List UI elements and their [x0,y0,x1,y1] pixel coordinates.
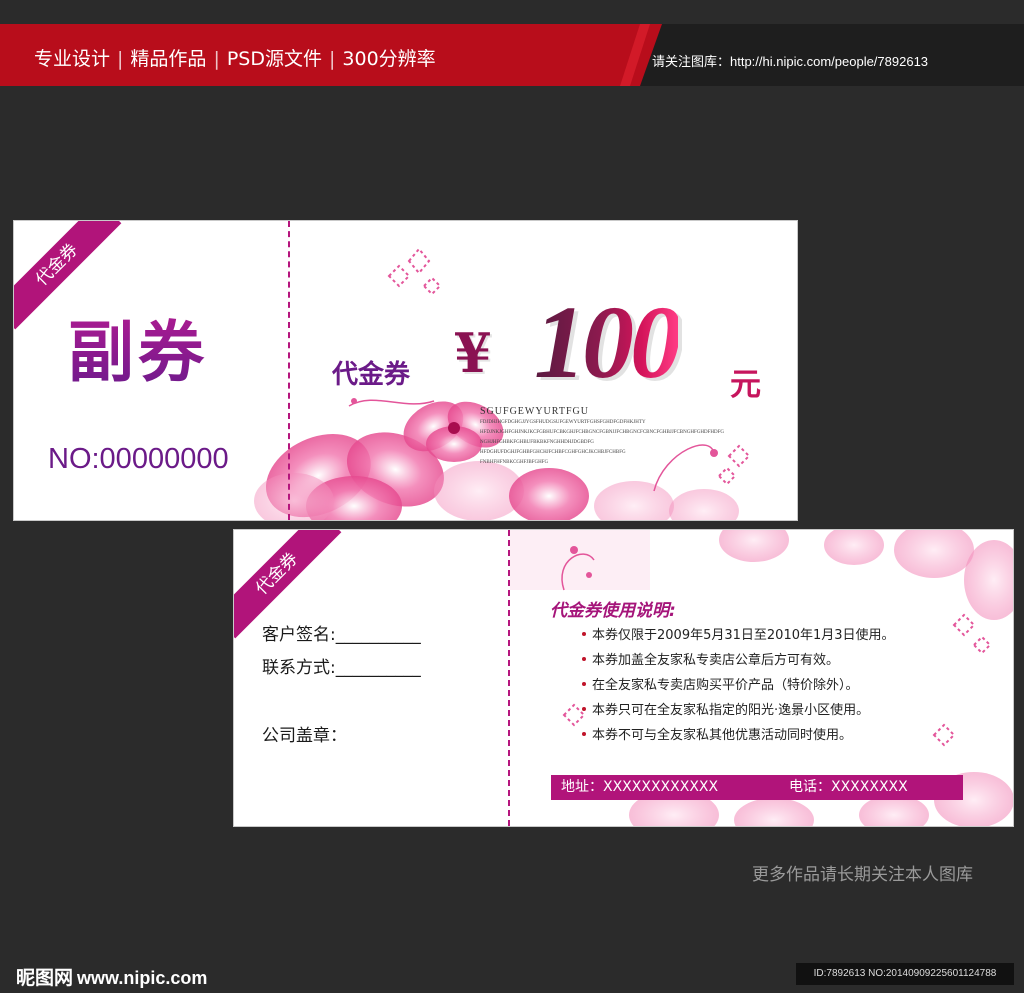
voucher-back: 代金券 客户签名:__________ 联系方式:__________ 公司盖章… [233,529,1014,827]
banner-tag: 专业设计 [34,48,111,70]
more-works-text: 更多作品请长期关注本人图库 [752,865,973,885]
voucher-label: 代金券 [332,360,411,390]
fine-print-line: NGHJHFGHBKFGHBUFBKBKFNGHHDHJDGBDFG [480,440,594,445]
rule-item: 在全友家私专卖店购买平价产品（特价除外）。 [592,678,859,693]
fine-print-line: FNBHFHFNBKCGHFJBFGHFG [480,460,549,465]
fine-print-line: HFDJNKJGHFGHJNKJKCFGBHUFCBKGHJFCHBGNCFGB… [480,430,724,435]
stub-title: 副券 [68,299,208,395]
bullet-icon [582,682,586,686]
voucher-front: 代金券 副券 NO:00000000 代金券 ¥ 100 元 SGUFGEWYU… [13,220,798,521]
logo-url[interactable]: www.nipic.com [77,968,207,988]
fine-print-line: HFDGHUFDGHJFGHBFGHCHJFCHBFCGHFGHCJKCHBJF… [480,450,626,455]
rule-item: 本券加盖全友家私专卖店公章后方可有效。 [592,653,840,668]
image-id-line: ID:7892613 NO:20140909225601124788 [796,963,1014,985]
address-text: 地址：XXXXXXXXXXXX [561,779,719,795]
voucher-amount: 100 [534,285,682,400]
bullet-icon [582,707,586,711]
banner-tag: PSD源文件 [226,48,322,70]
seal-field-label: 公司盖章： [262,726,347,746]
voucher-unit: 元 [730,367,761,403]
logo-text: 昵图网 [16,967,74,989]
rule-item: 本券仅限于2009年5月31日至2010年1月3日使用。 [592,628,895,643]
contact-field-label: 联系方式:__________ [262,658,421,678]
bullet-icon [582,632,586,636]
phone-text: 电话：XXXXXXXX [789,779,908,795]
perforation-line [288,221,290,520]
site-logo[interactable]: 昵图网 www.nipic.com [16,963,207,990]
fine-print-line: FDJDHJHGFDGHGJJYGSFHUDGSUFGEWYURTFGHSFGH… [480,420,646,425]
banner-tag: 精品作品 [130,48,207,70]
address-bar: 地址：XXXXXXXXXXXX 电话：XXXXXXXX [551,775,963,800]
perforation-line [508,530,510,826]
bullet-icon [582,732,586,736]
banner-follow-link[interactable]: 请关注图库：http://hi.nipic.com/people/7892613 [652,51,928,70]
signature-field-label: 客户签名:__________ [262,625,421,645]
rules-title: 代金券使用说明: [550,601,676,621]
fine-print-title: SGUFGEWYURTFGU [480,406,589,417]
banner-tag: 300分辨率 [342,48,436,70]
bullet-icon [582,657,586,661]
banner-tags: 专业设计 | 精品作品 | PSD源文件 | 300分辨率 [34,48,436,70]
rule-item: 本券只可在全友家私指定的阳光·逸景小区使用。 [592,703,870,718]
currency-symbol: ¥ [454,321,492,385]
rule-item: 本券不可与全友家私其他优惠活动同时使用。 [592,728,853,743]
stub-serial-number: NO:00000000 [48,443,229,475]
